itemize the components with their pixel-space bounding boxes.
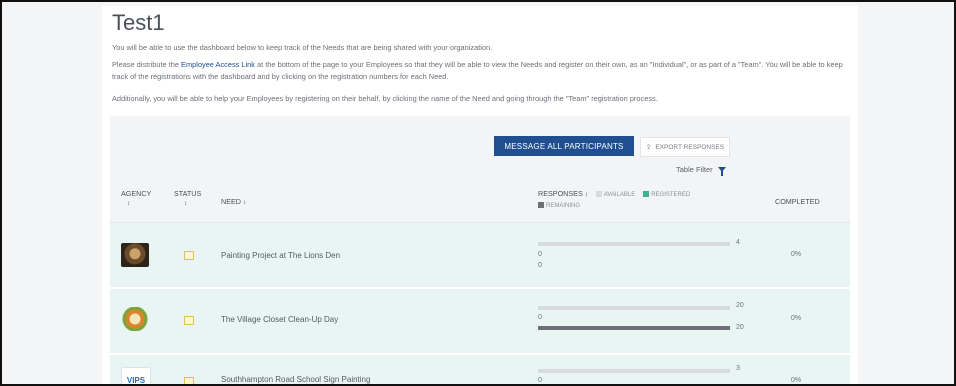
export-label: EXPORT RESPONSES: [655, 143, 725, 151]
need-link[interactable]: Painting Project at The Lions Den: [221, 251, 340, 260]
filter-icon: [717, 167, 726, 176]
available-swatch: [595, 191, 602, 198]
table-filter-label: Table Filter: [676, 165, 713, 174]
sort-icon: ↕: [184, 201, 187, 207]
remaining-count[interactable]: 20: [736, 324, 744, 331]
status-icon: [184, 377, 194, 384]
registered-count[interactable]: 0: [538, 377, 542, 384]
status-icon: [184, 251, 194, 260]
need-link[interactable]: The Village Closet Clean-Up Day: [221, 315, 338, 324]
completed-percent: 0%: [791, 377, 802, 384]
responses-header[interactable]: RESPONSES ↕ AVAILABLE REGISTERED REMAINI…: [538, 189, 738, 211]
status-header[interactable]: STATUS ↕: [174, 189, 201, 207]
available-count[interactable]: 4: [736, 239, 740, 246]
export-icon: ⇪: [645, 144, 652, 151]
legend-available: AVAILABLE: [603, 192, 636, 198]
export-responses-button[interactable]: ⇪ EXPORT RESPONSES: [640, 137, 730, 157]
need-header-label: NEED: [221, 197, 241, 206]
agency-header-label: AGENCY: [121, 189, 152, 198]
need-link[interactable]: Southhampton Road School Sign Painting: [221, 375, 370, 384]
window-frame: Test1 You will be able to use the dashbo…: [0, 0, 956, 386]
legend-remaining: REMAINING: [546, 203, 581, 209]
message-all-participants-button[interactable]: MESSAGE ALL PARTICIPANTS: [494, 136, 634, 156]
remaining-bar: [538, 326, 730, 330]
available-count[interactable]: 3: [736, 365, 740, 372]
page-title: Test1: [112, 10, 165, 35]
registered-swatch: [643, 191, 650, 198]
additional-text: Additionally, you will be able to help y…: [112, 94, 658, 103]
responses-header-label: RESPONSES: [538, 189, 583, 198]
legend-registered: REGISTERED: [651, 192, 691, 198]
table-header: AGENCY ↕ STATUS ↕ NEED ↕ RESPONSES ↕ AVA…: [110, 180, 850, 223]
table-row: Painting Project at The Lions Den 4 0 0 …: [110, 223, 850, 289]
sort-icon: ↕: [584, 192, 588, 198]
available-bar: [538, 306, 730, 310]
sort-icon: ↕: [127, 201, 130, 207]
intro-text: You will be able to use the dashboard be…: [112, 43, 493, 52]
distribution-text: Please distribute the Employee Access Li…: [112, 59, 847, 83]
completed-percent: 0%: [791, 315, 802, 322]
registered-count[interactable]: 0: [538, 314, 542, 321]
available-bar: [538, 242, 730, 246]
completed-percent: 0%: [791, 251, 802, 258]
agency-header[interactable]: AGENCY ↕: [121, 189, 151, 207]
completed-header[interactable]: COMPLETED: [775, 197, 820, 206]
agency-logo: [121, 243, 149, 267]
employee-access-link[interactable]: Employee Access Link: [181, 60, 255, 69]
need-header[interactable]: NEED ↕: [221, 197, 246, 206]
sort-icon: ↕: [242, 200, 246, 206]
available-bar: [538, 369, 730, 373]
available-count[interactable]: 20: [736, 302, 744, 309]
agency-logo: [121, 307, 149, 331]
registered-count[interactable]: 0: [538, 251, 542, 258]
remaining-count[interactable]: 0: [538, 262, 542, 269]
table-row: VIPS Southhampton Road School Sign Paint…: [110, 355, 850, 384]
status-header-label: STATUS: [174, 189, 202, 198]
table-filter-button[interactable]: Table Filter: [676, 165, 726, 176]
status-icon: [184, 316, 194, 325]
distribution-prefix: Please distribute the: [112, 60, 182, 69]
table-row: The Village Closet Clean-Up Day 20 0 20 …: [110, 289, 850, 355]
remaining-swatch: [538, 202, 544, 209]
agency-logo: VIPS: [121, 367, 151, 384]
